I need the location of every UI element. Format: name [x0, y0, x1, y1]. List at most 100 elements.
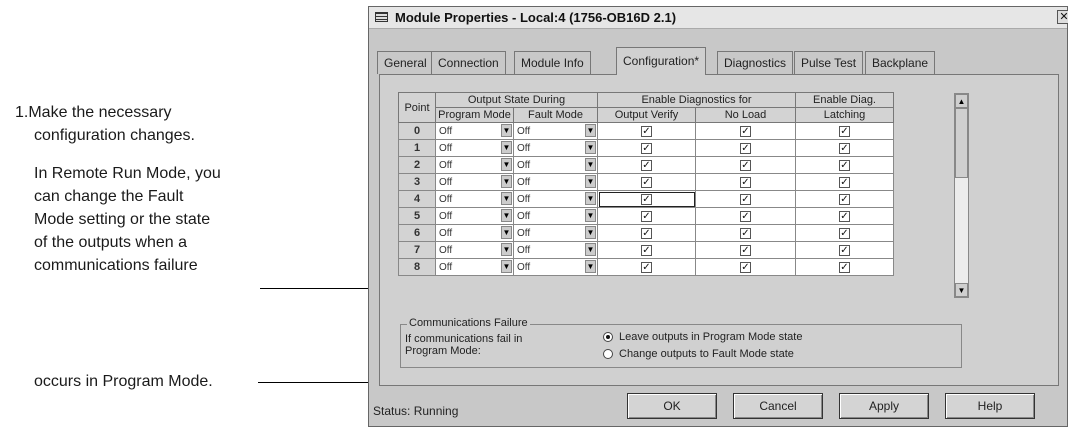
chevron-down-icon[interactable]: ▼: [585, 226, 596, 239]
select-value: Off: [439, 193, 453, 205]
cancel-button[interactable]: Cancel: [733, 393, 823, 419]
latching-cell: ✓: [795, 190, 894, 208]
chevron-down-icon[interactable]: ▼: [501, 141, 512, 154]
scroll-down-icon[interactable]: ▼: [955, 283, 968, 297]
program-mode-select[interactable]: Off ▼: [435, 139, 514, 157]
tab-module-info[interactable]: Module Info: [514, 51, 591, 74]
step-1-instruction: 1.Make the necessary configuration chang…: [15, 101, 195, 147]
no-load-cell: ✓: [695, 241, 796, 259]
remote-run-line: In Remote Run Mode, you: [34, 165, 221, 182]
latching-checkbox[interactable]: ✓: [839, 159, 850, 171]
radio-change-outputs-fault-mode[interactable]: Change outputs to Fault Mode state: [603, 348, 794, 360]
close-icon[interactable]: ✕: [1057, 10, 1068, 24]
fault-mode-select[interactable]: Off ▼: [513, 122, 598, 140]
no-load-checkbox[interactable]: ✓: [740, 125, 751, 137]
no-load-checkbox[interactable]: ✓: [740, 176, 751, 188]
program-mode-select[interactable]: Off ▼: [435, 156, 514, 174]
scroll-up-icon[interactable]: ▲: [955, 94, 968, 108]
ok-button[interactable]: OK: [627, 393, 717, 419]
chevron-down-icon[interactable]: ▼: [585, 209, 596, 222]
output-verify-checkbox[interactable]: ✓: [641, 142, 652, 154]
output-verify-checkbox[interactable]: ✓: [641, 261, 652, 273]
radio-label: Leave outputs in Program Mode state: [619, 331, 803, 343]
chevron-down-icon[interactable]: ▼: [585, 158, 596, 171]
table-row: 3 Off ▼ Off ▼ ✓ ✓ ✓: [398, 173, 894, 191]
chevron-down-icon[interactable]: ▼: [501, 243, 512, 256]
apply-button[interactable]: Apply: [839, 393, 929, 419]
fault-mode-select[interactable]: Off ▼: [513, 258, 598, 276]
chevron-down-icon[interactable]: ▼: [501, 175, 512, 188]
latching-checkbox[interactable]: ✓: [839, 176, 850, 188]
output-verify-checkbox[interactable]: ✓: [641, 227, 652, 239]
output-verify-checkbox[interactable]: ✓: [641, 244, 652, 256]
chevron-down-icon[interactable]: ▼: [585, 141, 596, 154]
chevron-down-icon[interactable]: ▼: [501, 124, 512, 137]
no-load-checkbox[interactable]: ✓: [740, 210, 751, 222]
help-button[interactable]: Help: [945, 393, 1035, 419]
remote-run-line: communications failure: [34, 257, 198, 274]
chevron-down-icon[interactable]: ▼: [585, 192, 596, 205]
no-load-checkbox[interactable]: ✓: [740, 142, 751, 154]
no-load-checkbox[interactable]: ✓: [740, 159, 751, 171]
select-value: Off: [439, 176, 453, 188]
latching-cell: ✓: [795, 207, 894, 225]
table-scrollbar[interactable]: ▲ ▼: [954, 93, 969, 298]
chevron-down-icon[interactable]: ▼: [501, 192, 512, 205]
program-mode-select[interactable]: Off ▼: [435, 173, 514, 191]
fault-mode-select[interactable]: Off ▼: [513, 241, 598, 259]
output-verify-checkbox[interactable]: ✓: [641, 210, 652, 222]
chevron-down-icon[interactable]: ▼: [501, 260, 512, 273]
scroll-thumb[interactable]: [955, 108, 968, 178]
latching-checkbox[interactable]: ✓: [839, 244, 850, 256]
chevron-down-icon[interactable]: ▼: [501, 209, 512, 222]
program-mode-select[interactable]: Off ▼: [435, 190, 514, 208]
output-verify-checkbox[interactable]: ✓: [641, 193, 652, 205]
no-load-checkbox[interactable]: ✓: [740, 227, 751, 239]
program-mode-select[interactable]: Off ▼: [435, 224, 514, 242]
chevron-down-icon[interactable]: ▼: [585, 124, 596, 137]
tab-connection[interactable]: Connection: [431, 51, 506, 74]
program-mode-select[interactable]: Off ▼: [435, 207, 514, 225]
output-verify-checkbox[interactable]: ✓: [641, 125, 652, 137]
latching-checkbox[interactable]: ✓: [839, 227, 850, 239]
latching-checkbox[interactable]: ✓: [839, 142, 850, 154]
latching-checkbox[interactable]: ✓: [839, 193, 850, 205]
latching-checkbox[interactable]: ✓: [839, 125, 850, 137]
no-load-checkbox[interactable]: ✓: [740, 244, 751, 256]
point-cell: 7: [398, 241, 436, 259]
fault-mode-select[interactable]: Off ▼: [513, 190, 598, 208]
window-menu-icon[interactable]: [375, 12, 388, 22]
step-1-line-2: configuration changes.: [34, 127, 195, 144]
chevron-down-icon[interactable]: ▼: [501, 226, 512, 239]
latching-checkbox[interactable]: ✓: [839, 261, 850, 273]
chevron-down-icon[interactable]: ▼: [585, 260, 596, 273]
program-mode-select[interactable]: Off ▼: [435, 241, 514, 259]
fault-mode-select[interactable]: Off ▼: [513, 139, 598, 157]
fault-mode-select[interactable]: Off ▼: [513, 173, 598, 191]
no-load-cell: ✓: [695, 139, 796, 157]
radio-leave-outputs-program-mode[interactable]: Leave outputs in Program Mode state: [603, 331, 802, 343]
no-load-checkbox[interactable]: ✓: [740, 193, 751, 205]
chevron-down-icon[interactable]: ▼: [585, 243, 596, 256]
latching-checkbox[interactable]: ✓: [839, 210, 850, 222]
chevron-down-icon[interactable]: ▼: [585, 175, 596, 188]
output-verify-cell: ✓: [597, 241, 696, 259]
output-verify-checkbox[interactable]: ✓: [641, 159, 652, 171]
fault-mode-select[interactable]: Off ▼: [513, 156, 598, 174]
fault-mode-select[interactable]: Off ▼: [513, 224, 598, 242]
select-value: Off: [517, 142, 531, 154]
program-mode-select[interactable]: Off ▼: [435, 122, 514, 140]
no-load-checkbox[interactable]: ✓: [740, 261, 751, 273]
radio-dot[interactable]: [603, 349, 613, 360]
output-verify-cell: ✓: [597, 122, 696, 140]
tab-general[interactable]: General: [377, 51, 434, 74]
tab-configuration[interactable]: Configuration*: [616, 47, 707, 75]
program-mode-select[interactable]: Off ▼: [435, 258, 514, 276]
tab-backplane[interactable]: Backplane: [865, 51, 936, 74]
tab-pulse-test[interactable]: Pulse Test: [794, 51, 864, 74]
fault-mode-select[interactable]: Off ▼: [513, 207, 598, 225]
tab-diagnostics[interactable]: Diagnostics: [717, 51, 794, 74]
output-verify-checkbox[interactable]: ✓: [641, 176, 652, 188]
chevron-down-icon[interactable]: ▼: [501, 158, 512, 171]
radio-dot[interactable]: [603, 332, 613, 343]
